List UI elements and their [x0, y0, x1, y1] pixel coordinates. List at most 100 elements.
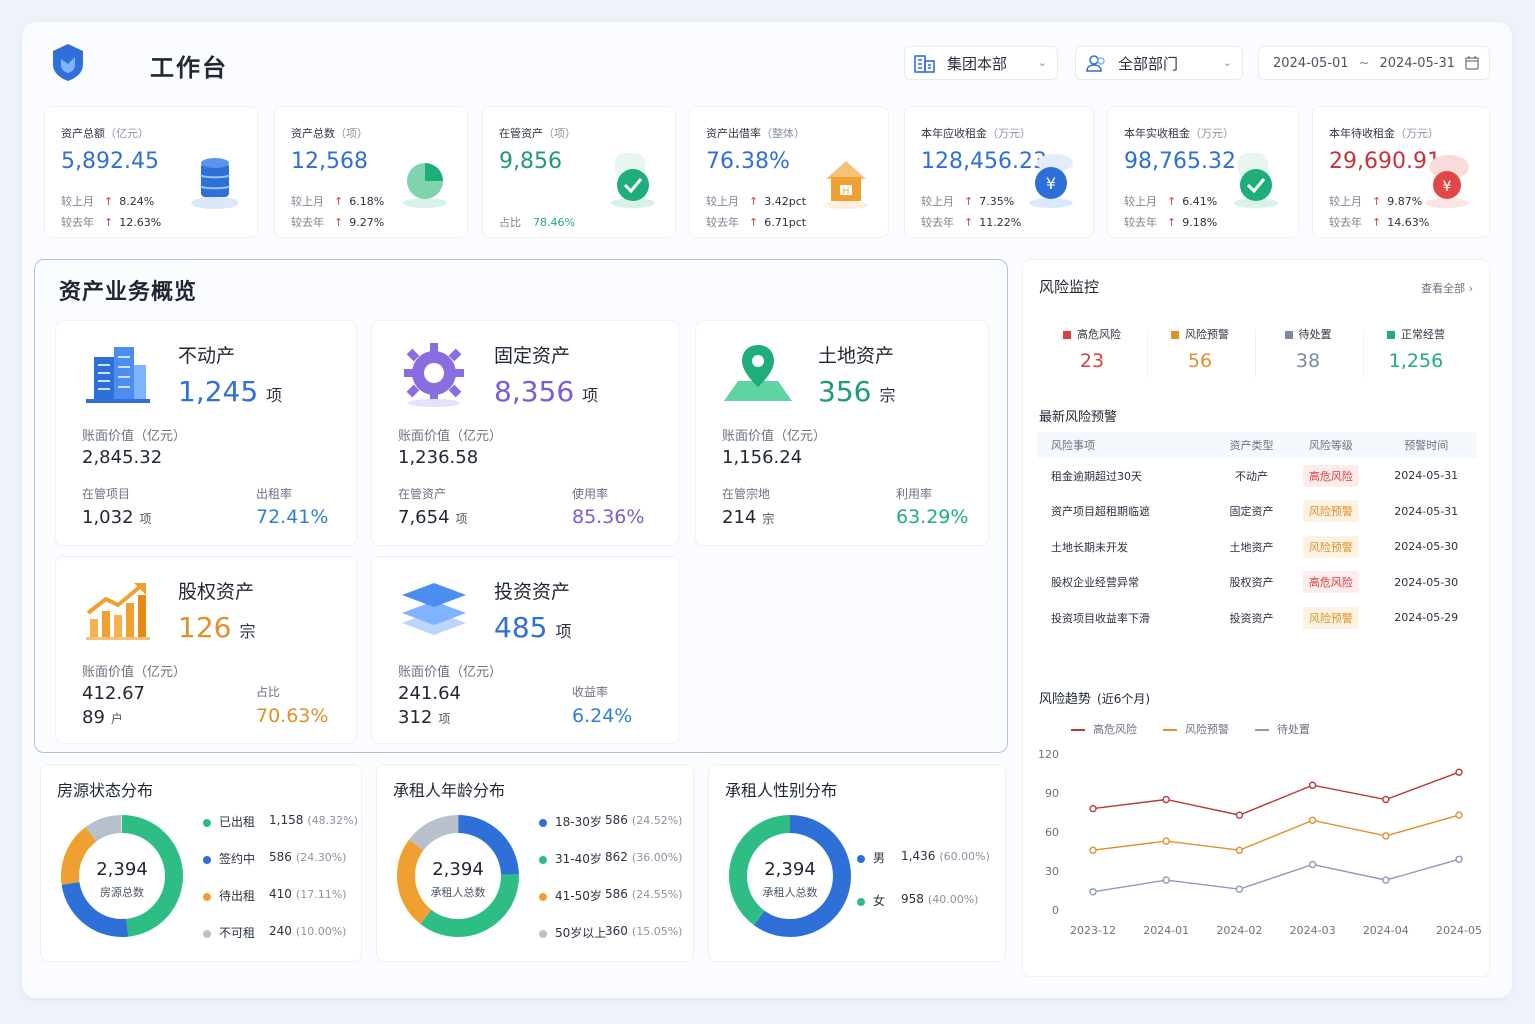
- dept-select[interactable]: 全部部门 ⌄: [1075, 46, 1243, 80]
- kpi-label: 资产出借率（整体）: [706, 127, 805, 140]
- kpi-compare: 较上月 ↑ 7.35%: [921, 195, 1015, 208]
- kpi-label: 本年待收租金（万元）: [1329, 127, 1439, 140]
- risk-stat[interactable]: 风险预警 56: [1147, 326, 1253, 372]
- asset-name: 固定资产: [494, 345, 571, 367]
- asset-overview-panel: 资产业务概览 不动产 1,245 项账面价值（亿元） 2,845.32 在管项目 1,03…: [34, 259, 1008, 753]
- kpi-card[interactable]: 在管资产（项） 9,856 占比 78.46%: [482, 106, 676, 238]
- kpi-card[interactable]: 本年待收租金（万元） 29,690.91 较上月 ↑ 9.87% 较去年 ↑ 14.63% ¥: [1312, 106, 1490, 238]
- data-point: [1382, 876, 1390, 884]
- yen-red-icon: ¥: [1425, 155, 1469, 208]
- asset-count: 1,245 项: [178, 375, 283, 408]
- calendar-icon: [1465, 56, 1479, 70]
- y-tick-label: 90: [1045, 787, 1059, 800]
- risk-stat[interactable]: 正常经营 1,256: [1363, 326, 1469, 372]
- risk-level-badge: 高危风险: [1302, 464, 1359, 487]
- table-row[interactable]: 投资项目收益率下滑 投资资产 风险预警 2024-05-29: [1037, 600, 1477, 636]
- data-point: [1455, 855, 1463, 864]
- arrow-up-icon: ↑: [964, 195, 974, 208]
- book-value-label: 账面价值（亿元）: [722, 429, 827, 444]
- x-tick-label: 2023-12: [1070, 924, 1116, 937]
- kpi-compare: 较上月 ↑ 3.42pct: [706, 195, 807, 208]
- kpi-value: 12,568: [291, 149, 368, 174]
- asset-card[interactable]: 股权资产 126 宗账面价值（亿元） 412.67 89 户 占比 70.63%: [55, 556, 357, 744]
- growth-chart-icon: [86, 583, 150, 640]
- stat-label: 在管资产: [398, 487, 447, 501]
- legend-dot: [539, 855, 547, 864]
- data-point: [1089, 804, 1097, 813]
- x-tick-label: 2024-03: [1290, 924, 1336, 937]
- data-point: [1162, 795, 1170, 804]
- data-point: [1382, 832, 1390, 840]
- rate-value: 85.36%: [572, 506, 645, 528]
- view-all-link[interactable]: 查看全部 ›: [1421, 280, 1473, 296]
- data-point: [1089, 846, 1097, 854]
- book-value-label: 账面价值（亿元）: [398, 665, 503, 680]
- arrow-up-icon: ↑: [964, 216, 974, 229]
- legend-dot: [857, 897, 865, 906]
- series-line: [1092, 858, 1460, 893]
- kpi-label: 资产总数（项）: [291, 127, 368, 140]
- rate-label: 占比: [256, 685, 281, 699]
- legend-item: 31-40岁 862 (36.00%): [539, 850, 689, 867]
- latest-risk-title: 最新风险预警: [1039, 410, 1118, 425]
- date-range-picker[interactable]: 2024-05-01 ~ 2024-05-31: [1258, 46, 1490, 80]
- kpi-card[interactable]: 本年应收租金（万元） 128,456.23 较上月 ↑ 7.35% 较去年 ↑ 11.22% ¥: [904, 106, 1094, 238]
- asset-card[interactable]: 不动产 1,245 项账面价值（亿元） 2,845.32 在管项目 1,032 项 出租率 72…: [55, 320, 357, 546]
- book-value-label: 账面价值（亿元）: [398, 429, 503, 444]
- risk-stat[interactable]: 高危风险 23: [1039, 326, 1145, 372]
- risk-stat[interactable]: 待处置 38: [1255, 326, 1361, 372]
- y-tick-label: 30: [1045, 865, 1059, 878]
- table-row[interactable]: 土地长期未开发 土地资产 风险预警 2024-05-30: [1037, 529, 1477, 565]
- rate-value: 72.41%: [256, 506, 329, 528]
- yen-icon: ¥: [1029, 154, 1073, 208]
- stat-label: 在管宗地: [722, 487, 771, 501]
- table-row[interactable]: 资产项目超租期临遮 固定资产 风险预警 2024-05-31: [1037, 494, 1477, 530]
- legend-dot: [539, 892, 547, 901]
- donut-total: 2,394: [96, 859, 148, 880]
- date-to: 2024-05-31: [1379, 55, 1456, 71]
- arrow-up-icon: ↑: [104, 195, 114, 208]
- kpi-card[interactable]: 资产总额（亿元） 5,892.45 较上月 ↑ 8.24% 较去年 ↑ 12.63%: [44, 106, 258, 238]
- asset-card[interactable]: 固定资产 8,356 项账面价值（亿元） 1,236.58 在管资产 7,654 项 使用率 8…: [371, 320, 679, 546]
- chevron-down-icon: ⌄: [1037, 56, 1047, 69]
- legend-dot: [203, 855, 211, 864]
- distribution-card: 承租人性别分布 2,394 承租人总数 男 1,436 (60.00%) 女 958 (40.0…: [708, 764, 1006, 962]
- org-select[interactable]: 集团本部 ⌄: [904, 46, 1058, 80]
- rate-label: 使用率: [572, 487, 609, 501]
- asset-count: 485 项: [494, 611, 572, 644]
- kpi-compare: 较去年 ↑ 9.27%: [291, 216, 385, 229]
- kpi-compare: 较上月 ↑ 9.87%: [1329, 195, 1423, 208]
- legend-item: 已出租 1,158 (48.32%): [203, 813, 358, 830]
- status-square-icon: [1284, 331, 1293, 339]
- y-tick-label: 120: [1038, 748, 1059, 761]
- risk-level-badge: 风险预警: [1302, 500, 1359, 523]
- arrow-up-icon: ↑: [1372, 195, 1382, 208]
- legend-dot: [203, 929, 211, 938]
- kpi-card[interactable]: 本年实收租金（万元） 98,765.32 较上月 ↑ 6.41% 较去年 ↑ 9.18%: [1107, 106, 1299, 238]
- check-icon: [1234, 153, 1278, 208]
- distribution-title: 房源状态分布: [57, 781, 154, 800]
- legend-dot: [539, 929, 547, 938]
- asset-card[interactable]: 投资资产 485 项账面价值（亿元） 241.64 312 项 收益率 6.24%: [371, 556, 679, 744]
- stat-value: 7,654 项: [398, 507, 468, 528]
- data-point: [1455, 768, 1463, 776]
- kpi-card[interactable]: 资产总数（项） 12,568 较上月 ↑ 6.18% 较去年 ↑ 9.27%: [274, 106, 468, 238]
- asset-card[interactable]: 土地资产 356 宗账面价值（亿元） 1,156.24 在管宗地 214 宗 利用率 63.29…: [695, 320, 989, 546]
- table-header: 资产类型: [1216, 432, 1287, 458]
- table-row[interactable]: 租金逾期超过30天 不动产 高危风险 2024-05-31: [1037, 458, 1477, 494]
- legend-item: 41-50岁 586 (24.55%): [539, 887, 689, 904]
- table-header: 预警时间: [1375, 432, 1477, 458]
- kpi-card[interactable]: 资产出借率（整体） 76.38% 较上月 ↑ 3.42pct 较去年 ↑ 6.71pct H: [689, 106, 889, 238]
- data-point: [1235, 846, 1244, 854]
- legend-item: 不可租 240 (10.00%): [203, 924, 353, 941]
- donut-total: 2,394: [432, 859, 484, 880]
- distribution-title: 承租人性别分布: [725, 781, 838, 800]
- header: 工作台 集团本部 ⌄ 全部部门 ⌄ 2024-05-01 ~ 2024-05-3…: [22, 22, 1512, 106]
- arrow-up-icon: ↑: [334, 216, 344, 229]
- kpi-compare: 较上月 ↑ 8.24%: [61, 195, 155, 208]
- table-row[interactable]: 股权企业经营异常 股权资产 高危风险 2024-05-30: [1037, 565, 1477, 601]
- trend-legend-item: 待处置: [1255, 721, 1310, 737]
- status-square-icon: [1171, 331, 1179, 339]
- risk-table: 风险事项 资产类型 风险等级 预警时间 租金逾期超过30天 不动产 高危风险 2024-05…: [1037, 432, 1477, 636]
- rate-label: 收益率: [572, 685, 609, 699]
